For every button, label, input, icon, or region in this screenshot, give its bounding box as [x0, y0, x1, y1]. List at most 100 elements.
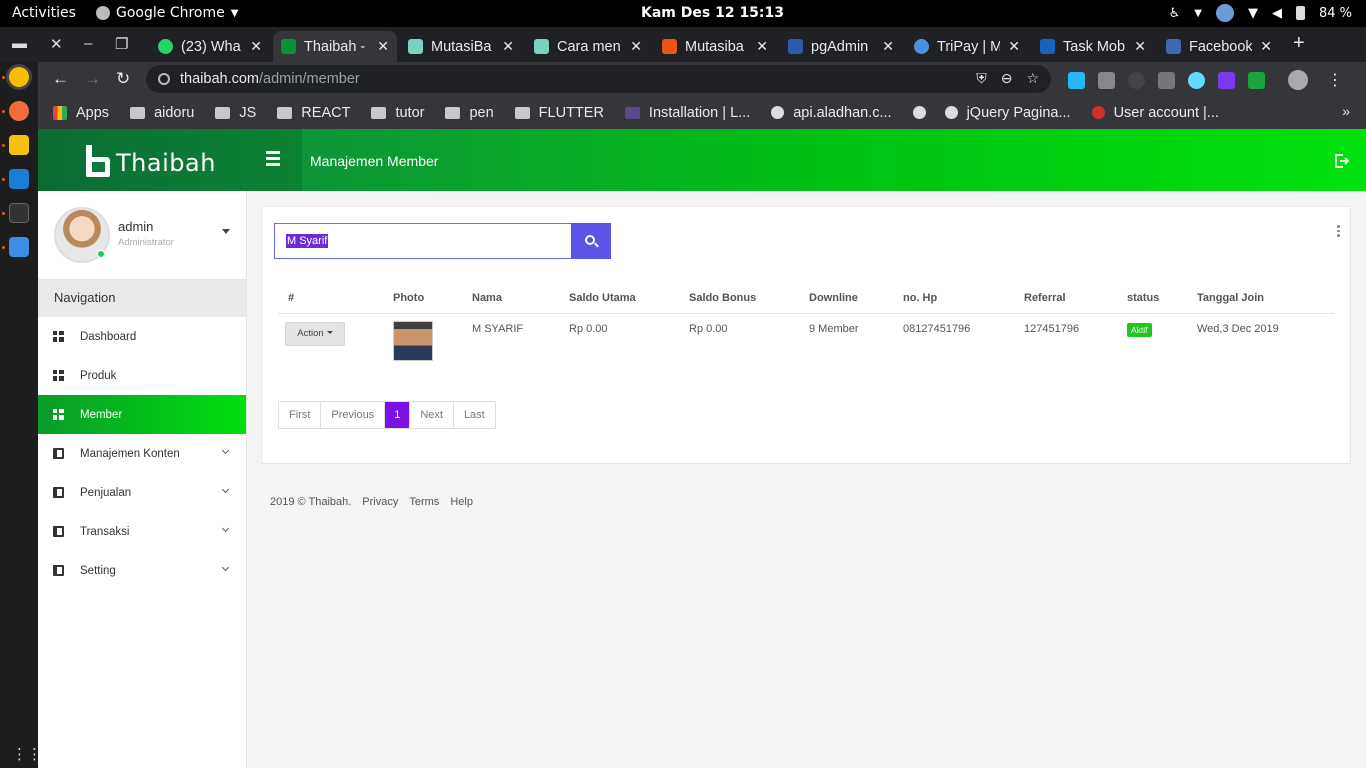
pagination-first[interactable]: First: [279, 402, 322, 428]
bookmark-tutor[interactable]: tutor: [371, 105, 424, 121]
sidebar-item-transaksi[interactable]: Transaksi: [38, 512, 246, 551]
member-photo[interactable]: [393, 320, 433, 361]
bookmark-react[interactable]: REACT: [277, 105, 350, 121]
sidebar-item-manajemen-konten[interactable]: Manajemen Konten: [38, 434, 246, 473]
sidebar-item-penjualan[interactable]: Penjualan: [38, 473, 246, 512]
main-content: M Syarif # Photo Nama Saldo Utama Saldo …: [247, 191, 1366, 768]
vue-devtools-icon[interactable]: [1158, 71, 1175, 89]
bookmark-globe[interactable]: [912, 106, 935, 119]
shield-icon[interactable]: ⛨: [976, 70, 987, 87]
postman-dock-icon[interactable]: [9, 101, 29, 121]
new-tab-button[interactable]: +: [1293, 32, 1305, 55]
tab-tripay[interactable]: TriPay | M ✕: [906, 31, 1028, 62]
caret-down-icon[interactable]: [222, 229, 230, 234]
bookmark-apps[interactable]: Apps: [53, 105, 109, 121]
close-icon[interactable]: ✕: [630, 38, 642, 55]
bookmark-installation[interactable]: Installation | L...: [624, 105, 750, 121]
restore-icon[interactable]: ❐: [115, 35, 128, 53]
close-icon[interactable]: ✕: [1008, 38, 1020, 55]
tab-mutasi-1[interactable]: MutasiBa ✕: [400, 31, 522, 62]
action-dropdown-button[interactable]: Action: [285, 321, 345, 346]
close-icon[interactable]: ✕: [502, 38, 514, 55]
star-icon[interactable]: ☆: [1026, 70, 1039, 87]
text-editor-dock-icon[interactable]: [9, 237, 29, 257]
back-button[interactable]: ←: [52, 69, 69, 89]
bookmark-jquery[interactable]: jQuery Pagina...: [944, 105, 1071, 121]
tab-pgadmin[interactable]: pgAdmin ✕: [780, 31, 902, 62]
camera-icon[interactable]: [1098, 71, 1115, 89]
terminal-dock-icon[interactable]: [9, 203, 29, 223]
app-menu[interactable]: Google Chrome ▼: [96, 5, 238, 21]
bookmark-aladhan[interactable]: api.aladhan.c...: [771, 105, 892, 121]
bookmark-pen[interactable]: pen: [445, 105, 494, 121]
vscode-dock-icon[interactable]: [9, 169, 29, 189]
sidebar-item-dashboard[interactable]: Dashboard: [38, 317, 246, 356]
chrome-dock-icon[interactable]: [9, 67, 29, 87]
mutasi-icon: [408, 39, 423, 54]
tab-cara[interactable]: Cara men ✕: [526, 31, 650, 62]
grid-icon: [53, 370, 64, 381]
sidebar-item-produk[interactable]: Produk: [38, 356, 246, 395]
pagination-page-current[interactable]: 1: [385, 402, 411, 428]
bookmark-flutter[interactable]: FLUTTER: [514, 105, 604, 121]
search-button[interactable]: [571, 223, 611, 259]
tab-mutasibank[interactable]: Mutasiba ✕: [654, 31, 776, 62]
close-icon[interactable]: ✕: [1260, 38, 1272, 55]
bootstrap-icon[interactable]: [1218, 71, 1235, 89]
system-tray[interactable]: ♿ ▼ ▼ ◀ 84 %: [1169, 4, 1352, 22]
activities-button[interactable]: Activities: [12, 5, 76, 21]
bookmark-js[interactable]: JS: [215, 105, 256, 121]
user-profile[interactable]: admin Administrator: [38, 191, 246, 279]
chrome-toolbar: ← → ↻ thaibah.com/admin/member ⛨ ⊖ ☆ ⋮: [38, 62, 1366, 96]
react-devtools-icon[interactable]: [1188, 71, 1205, 89]
folder-icon: [277, 106, 293, 119]
idea-dock-icon[interactable]: [9, 135, 29, 155]
close-icon[interactable]: ✕: [250, 38, 262, 55]
minimize-icon[interactable]: –: [84, 35, 92, 52]
close-icon[interactable]: ✕: [756, 38, 768, 55]
zoom-icon[interactable]: ⊖: [1001, 70, 1013, 87]
extension-icon[interactable]: [1068, 71, 1085, 89]
tab-thaibah[interactable]: Thaibah - ✕: [273, 31, 397, 62]
member-table: # Photo Nama Saldo Utama Saldo Bonus Dow…: [278, 287, 1334, 367]
pagination-previous[interactable]: Previous: [321, 402, 386, 428]
reload-button[interactable]: ↻: [116, 69, 130, 89]
tab-whatsapp[interactable]: (23) Wha ✕: [150, 31, 270, 62]
close-icon[interactable]: ✕: [882, 38, 894, 55]
tab-trello[interactable]: Task Mob ✕: [1032, 31, 1154, 62]
omnibox-actions: ⛨ ⊖ ☆: [976, 70, 1039, 87]
bookmark-user-account[interactable]: User account |...: [1091, 105, 1219, 121]
logout-icon[interactable]: [1334, 153, 1350, 169]
search-input[interactable]: M Syarif: [274, 223, 572, 259]
close-icon[interactable]: ✕: [377, 38, 389, 55]
bookmark-aidoru[interactable]: aidoru: [130, 105, 194, 121]
menu-icon[interactable]: ⋮: [1327, 70, 1343, 90]
footer-terms-link[interactable]: Terms: [409, 496, 439, 508]
hamburger-menu-icon[interactable]: [266, 151, 280, 166]
footer-help-link[interactable]: Help: [450, 496, 473, 508]
sidebar-item-member[interactable]: Member: [38, 395, 246, 434]
more-options-icon[interactable]: [1337, 225, 1340, 239]
cors-icon[interactable]: [1248, 71, 1265, 89]
info-icon[interactable]: [158, 73, 170, 85]
sidebar-item-label: Member: [80, 408, 123, 421]
globe-icon: [912, 106, 926, 119]
brand[interactable]: Thaibah: [38, 129, 302, 191]
folder-icon: [514, 106, 530, 119]
folder-icon[interactable]: ▬: [12, 35, 27, 52]
sidebar-item-label: Transaksi: [80, 525, 130, 538]
clock[interactable]: Kam Des 12 15:13: [641, 5, 784, 21]
pagination-next[interactable]: Next: [410, 402, 454, 428]
extension-icon[interactable]: [1128, 71, 1145, 89]
profile-avatar-icon[interactable]: [1288, 70, 1308, 90]
footer-privacy-link[interactable]: Privacy: [362, 496, 398, 508]
address-bar[interactable]: thaibah.com/admin/member ⛨ ⊖ ☆: [146, 65, 1051, 93]
folder-icon: [445, 106, 461, 119]
chevron-right-icon[interactable]: »: [1342, 103, 1350, 119]
pagination-last[interactable]: Last: [453, 402, 495, 428]
tab-facebook[interactable]: Facebook ✕: [1158, 31, 1280, 62]
close-icon[interactable]: ✕: [1134, 38, 1146, 55]
sidebar-item-setting[interactable]: Setting: [38, 551, 246, 590]
forward-button[interactable]: →: [84, 69, 101, 89]
close-icon[interactable]: ✕: [50, 35, 63, 53]
